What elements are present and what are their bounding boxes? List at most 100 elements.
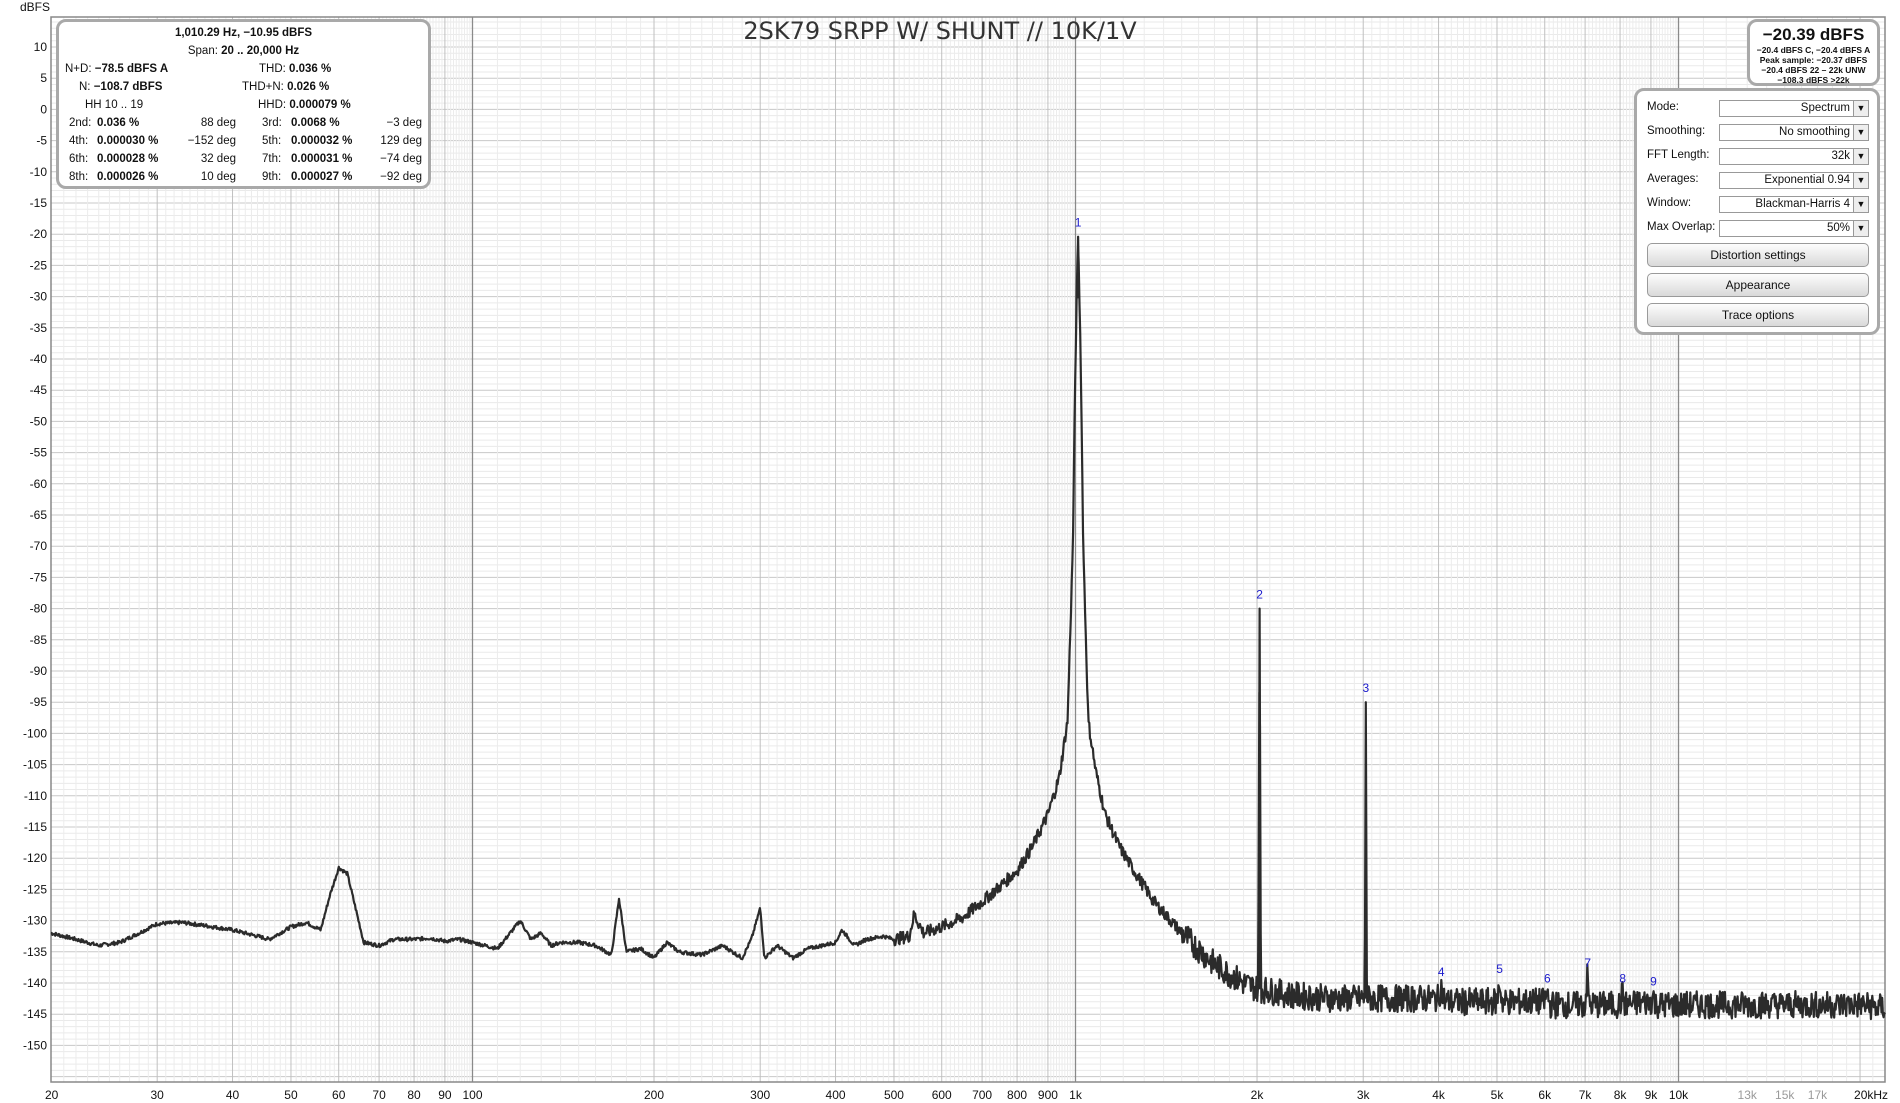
y-tick-label: -150 [23, 1038, 47, 1052]
x-tick-label: 10k [1669, 1088, 1689, 1102]
y-tick-label: -45 [30, 383, 48, 397]
y-tick-label: -145 [23, 1007, 47, 1021]
y-tick-label: -115 [24, 820, 47, 834]
x-tick-label: 7k [1579, 1088, 1593, 1102]
x-tick-label: 20 [45, 1088, 59, 1102]
y-tick-label: -100 [23, 726, 47, 740]
x-tick-label: 90 [438, 1088, 452, 1102]
x-tick-label: 50 [284, 1088, 298, 1102]
mode-label: Mode: [1647, 101, 1679, 113]
frequency-readout: 1,010.29 Hz, −10.95 dBFS [174, 27, 313, 39]
y-tick-label: -90 [30, 664, 48, 678]
appearance-button[interactable]: Appearance [1647, 273, 1869, 297]
level-above-22k: −108.3 dBFS >22k [1777, 75, 1850, 85]
hhd-label: HHD: [258, 99, 287, 111]
x-tick-label: 9k [1645, 1088, 1659, 1102]
y-tick-label: -25 [30, 258, 48, 272]
harmonic-label: 7th: [262, 153, 282, 165]
y-tick-label: -65 [30, 508, 48, 522]
max-overlap-select[interactable]: 50% ▼ [1719, 220, 1869, 237]
x-tick-label: 800 [1007, 1088, 1027, 1102]
x-tick-label: 80 [407, 1088, 421, 1102]
harmonic-label: 5th: [262, 135, 282, 147]
y-tick-label: -10 [30, 165, 48, 179]
y-tick-label: -95 [30, 695, 48, 709]
max-overlap-label: Max Overlap: [1647, 221, 1716, 233]
level-peak-sample: Peak sample: −20.37 dBFS [1759, 55, 1868, 65]
harmonic-marker-label: 8 [1619, 971, 1626, 985]
harmonic-value: 0.000028 % [97, 153, 159, 165]
harmonic-marker-label: 9 [1650, 974, 1657, 988]
x-tick-label: 5k [1491, 1088, 1505, 1102]
harmonic-label: 3rd: [262, 117, 282, 129]
x-tick-label: 4k [1432, 1088, 1446, 1102]
x-tick-label: 500 [884, 1088, 904, 1102]
x-tick-label: 100 [462, 1088, 482, 1102]
harmonic-phase: −74 deg [380, 153, 422, 165]
x-tick-label: 60 [332, 1088, 346, 1102]
y-tick-label: -80 [30, 602, 48, 616]
harmonic-marker-label: 5 [1496, 962, 1503, 976]
window-select[interactable]: Blackman-Harris 4 ▼ [1719, 196, 1869, 213]
y-tick-label: -5 [36, 134, 47, 148]
y-tick-label: -140 [23, 976, 47, 990]
trace-options-button[interactable]: Trace options [1647, 303, 1869, 327]
level-readout-panel: −20.39 dBFS −20.4 dBFS C, −20.4 dBFS A P… [1747, 19, 1880, 86]
harmonic-marker-label: 1 [1075, 216, 1082, 230]
harmonic-value: 0.000030 % [97, 135, 159, 147]
y-tick-label: -105 [23, 758, 47, 772]
x-tick-label: 40 [226, 1088, 240, 1102]
harmonic-marker-label: 6 [1544, 971, 1551, 985]
distortion-settings-button[interactable]: Distortion settings [1647, 243, 1869, 267]
x-tick-label: 600 [932, 1088, 952, 1102]
control-panel: Mode: Spectrum ▼ Smoothing: No smoothing ▼… [1634, 88, 1880, 335]
y-tick-label: -75 [30, 570, 48, 584]
y-tick-label: -120 [23, 851, 47, 865]
span-label: Span: [187, 45, 218, 57]
harmonic-phase: −3 deg [386, 117, 423, 129]
harmonic-label: 8th: [69, 171, 89, 183]
x-tick-label: 900 [1038, 1088, 1058, 1102]
n-value: −108.7 dBFS [93, 81, 163, 93]
thdn-label: THD+N: [242, 81, 284, 93]
x-tick-label: 20kHz [1854, 1088, 1888, 1102]
x-axis-ticks: 20 30 40 50 60 70 80 90 100 200 300 400 500 600 700 800… [45, 1088, 1888, 1102]
harmonic-marker-label: 2 [1256, 588, 1263, 602]
level-unweighted: −20.4 dBFS 22 – 22k UNW [1761, 65, 1866, 75]
harmonic-marker-label: 3 [1362, 681, 1369, 695]
harmonic-value: 0.000032 % [291, 135, 353, 147]
level-main-value: −20.39 dBFS [1762, 25, 1865, 44]
chevron-down-icon: ▼ [1853, 125, 1868, 140]
harmonic-phase: 32 deg [200, 153, 236, 165]
averages-value: Exponential 0.94 [1764, 174, 1850, 186]
max-overlap-value: 50% [1826, 222, 1850, 234]
harmonic-value: 0.000026 % [97, 171, 159, 183]
smoothing-select[interactable]: No smoothing ▼ [1719, 124, 1869, 141]
harmonic-phase: 129 deg [380, 135, 422, 147]
window-value: Blackman-Harris 4 [1755, 198, 1850, 210]
y-tick-label: 0 [40, 102, 47, 116]
fft-length-select[interactable]: 32k ▼ [1719, 148, 1869, 165]
averages-select[interactable]: Exponential 0.94 ▼ [1719, 172, 1869, 189]
nd-value: −78.5 dBFS A [94, 63, 169, 75]
harmonic-phase: 88 deg [200, 117, 236, 129]
harmonic-value: 0.000031 % [291, 153, 353, 165]
chevron-down-icon: ▼ [1853, 221, 1868, 236]
harmonic-label: 2nd: [69, 117, 92, 129]
harmonic-phase: −152 deg [187, 135, 236, 147]
x-tick-label: 700 [972, 1088, 992, 1102]
y-tick-label: -110 [24, 789, 47, 803]
x-tick-label: 15k [1775, 1088, 1795, 1102]
x-tick-label: 1k [1069, 1088, 1083, 1102]
thd-label: THD: [259, 63, 286, 75]
harmonic-label: 9th: [262, 171, 282, 183]
distortion-stats-panel: 1,010.29 Hz, −10.95 dBFS Span: 20 .. 20,… [56, 19, 431, 189]
x-tick-label: 17k [1808, 1088, 1828, 1102]
x-tick-label: 400 [826, 1088, 846, 1102]
harmonic-value: 0.000027 % [291, 171, 353, 183]
y-tick-label: -130 [23, 914, 47, 928]
x-tick-label: 200 [644, 1088, 664, 1102]
y-axis-ticks: 10 5 0 -5 -10 -15 -20 -25 -30 -35 -40 -45 -50 -55 -60 -… [23, 40, 47, 1052]
smoothing-label: Smoothing: [1647, 125, 1706, 137]
mode-select[interactable]: Spectrum ▼ [1719, 100, 1869, 117]
